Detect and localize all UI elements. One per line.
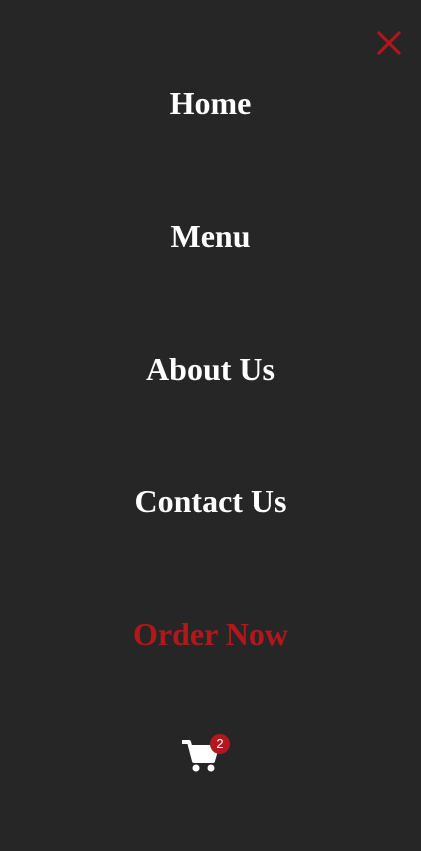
nav-item-order-now[interactable]: Order Now — [0, 614, 421, 654]
nav-item-about-us[interactable]: About Us — [0, 349, 421, 389]
cart-button[interactable]: 2 — [180, 734, 236, 776]
nav-item-contact-us[interactable]: Contact Us — [0, 481, 421, 521]
nav-item-menu[interactable]: Menu — [0, 216, 421, 256]
close-icon — [376, 30, 402, 56]
cart-count-badge: 2 — [210, 734, 230, 754]
nav-item-home[interactable]: Home — [0, 83, 421, 123]
close-button[interactable] — [376, 30, 402, 56]
